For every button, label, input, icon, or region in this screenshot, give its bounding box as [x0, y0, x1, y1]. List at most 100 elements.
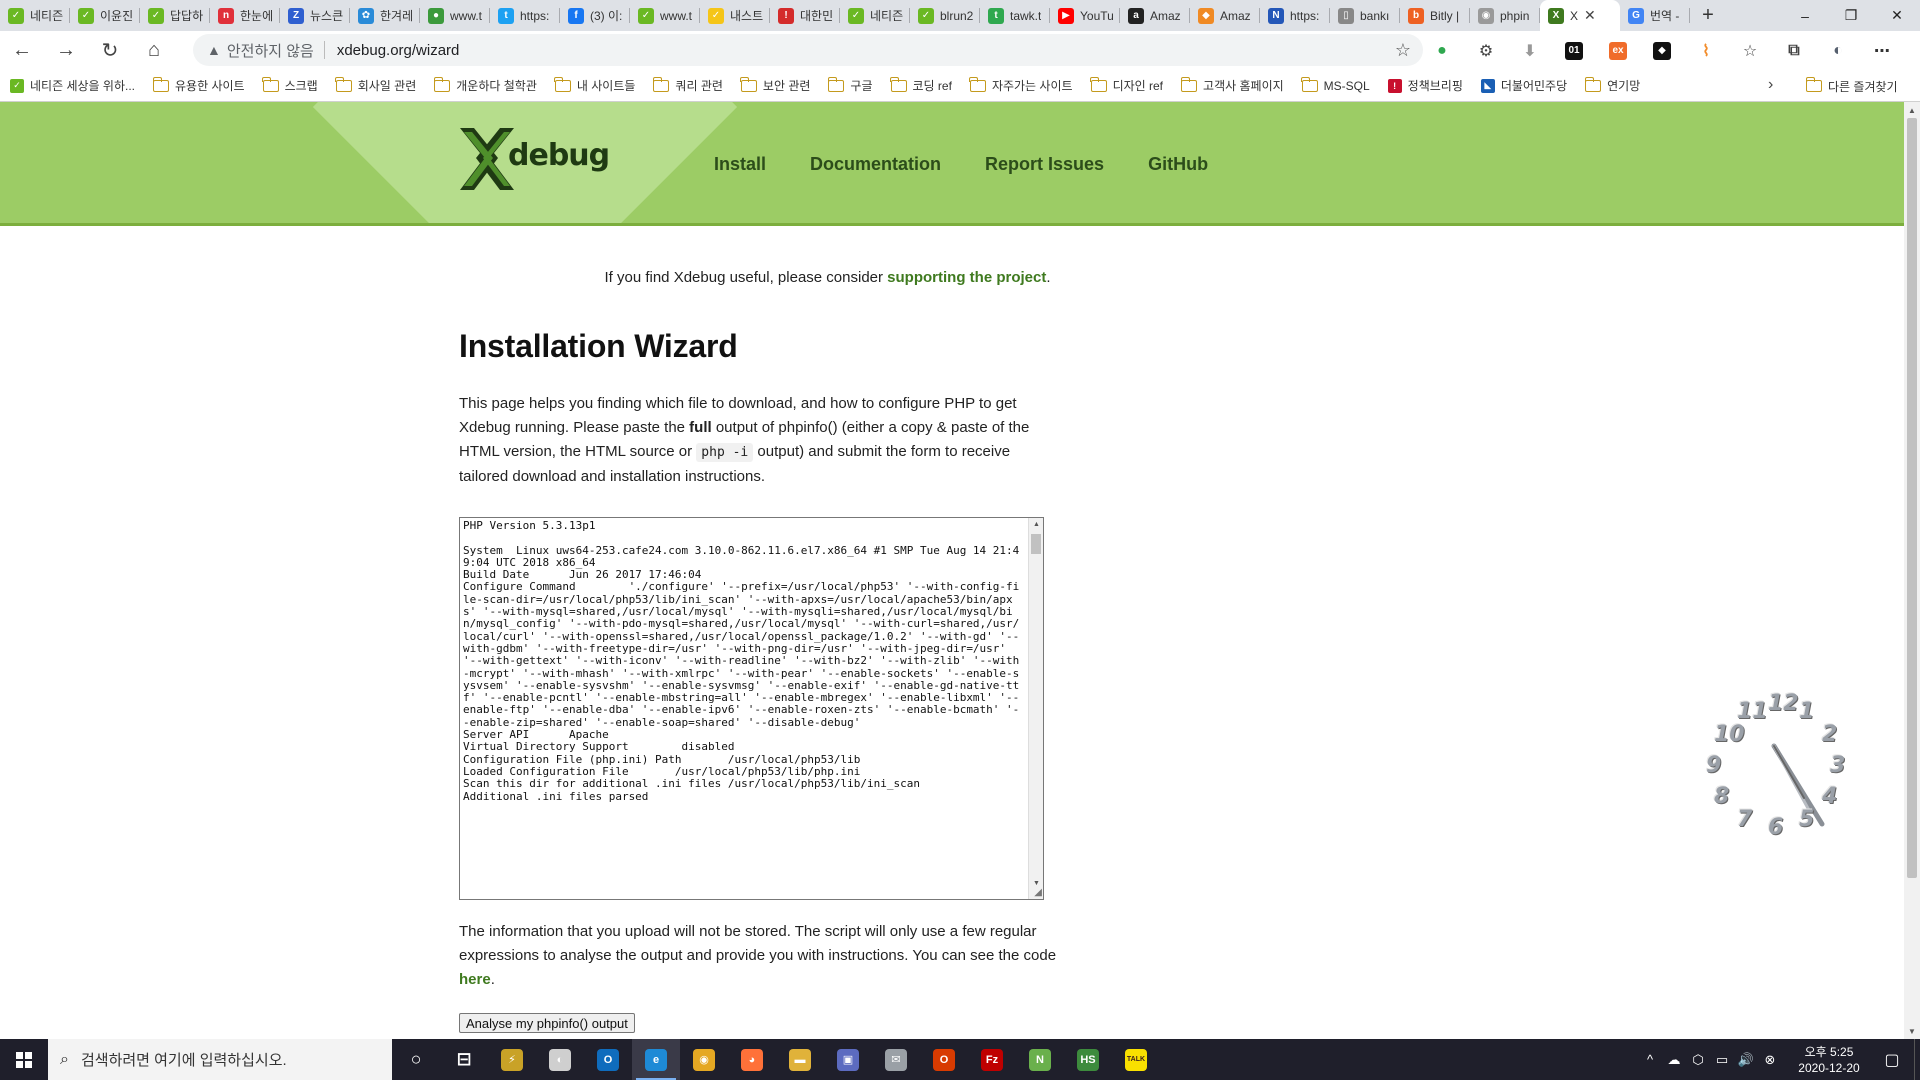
nav-link-documentation[interactable]: Documentation — [810, 154, 941, 175]
scroll-down-icon[interactable]: ▼ — [1029, 880, 1043, 887]
start-button[interactable] — [0, 1039, 48, 1080]
bookmark-item[interactable]: 스크랩 — [262, 76, 318, 94]
extension-button[interactable]: ⬇ — [1508, 31, 1552, 70]
maximize-button[interactable]: ❐ — [1828, 0, 1874, 31]
tab[interactable]: ✓ 답답하 — [140, 0, 210, 31]
other-bookmarks[interactable]: 다른 즐겨찾기 — [1805, 70, 1898, 102]
tab[interactable]: n 한눈에 — [210, 0, 280, 31]
taskbar-app[interactable]: Fz — [968, 1039, 1016, 1080]
bookmark-item[interactable]: 내 사이트들 — [554, 76, 635, 94]
tray-icon[interactable]: ▭ — [1710, 1052, 1734, 1068]
taskbar-app[interactable]: ▣ — [824, 1039, 872, 1080]
tray-icon[interactable]: 🔊 — [1734, 1052, 1758, 1068]
tab[interactable]: ◆ Amaz — [1190, 0, 1260, 31]
tab[interactable]: Z 뉴스큰 — [280, 0, 350, 31]
tab[interactable]: ✓ blrun2 — [910, 0, 980, 31]
tab[interactable]: Nhttps: — [1260, 0, 1330, 31]
chevron-right-icon[interactable]: › — [1768, 76, 1773, 94]
tab[interactable]: ✓ 네티즌 — [840, 0, 910, 31]
back-button[interactable]: ← — [0, 31, 44, 70]
nav-link-github[interactable]: GitHub — [1148, 154, 1208, 175]
minimize-button[interactable]: – — [1782, 0, 1828, 31]
extension-button[interactable]: ⚙ — [1464, 31, 1508, 70]
tray-icon[interactable]: ☁ — [1662, 1052, 1686, 1068]
bookmark-item[interactable]: 디자인 ref — [1090, 76, 1163, 94]
bookmark-item[interactable]: 고객사 홈페이지 — [1180, 76, 1284, 94]
extension-button[interactable]: ☆ — [1728, 31, 1772, 70]
notification-icon[interactable]: ▢ — [1870, 1050, 1914, 1070]
tab[interactable]: ● www.t — [420, 0, 490, 31]
tab[interactable]: ✿ 한겨레 — [350, 0, 420, 31]
taskbar-clock[interactable]: 오후 5:25 2020-12-20 — [1788, 1044, 1870, 1076]
tab[interactable]: ! 대한민 — [770, 0, 840, 31]
tab[interactable]: f (3) 이: — [560, 0, 630, 31]
textarea-scroll-thumb[interactable] — [1031, 534, 1041, 554]
nav-link-install[interactable]: Install — [714, 154, 766, 175]
show-desktop-button[interactable] — [1914, 1039, 1920, 1080]
tab[interactable]: ✓ 이윤진 — [70, 0, 140, 31]
taskbar-app[interactable]: O — [584, 1039, 632, 1080]
bookmark-item[interactable]: 회사일 관련 — [335, 76, 416, 94]
scroll-up-icon[interactable]: ▲ — [1904, 102, 1920, 118]
extension-button[interactable]: ◆ — [1640, 31, 1684, 70]
tab[interactable]: ▯ bankı — [1330, 0, 1400, 31]
tab[interactable]: a Amaz — [1120, 0, 1190, 31]
bookmark-item[interactable]: 쿼리 관련 — [652, 76, 723, 94]
tab-active[interactable]: X X ✕ — [1540, 0, 1620, 31]
tray-icon[interactable]: ^ — [1638, 1052, 1662, 1068]
taskbar-app[interactable]: ○ — [392, 1039, 440, 1080]
new-tab-button[interactable]: + — [1690, 0, 1726, 31]
home-button[interactable]: ⌂ — [132, 31, 176, 70]
close-button[interactable]: ✕ — [1874, 0, 1920, 31]
url-text[interactable]: xdebug.org/wizard — [337, 42, 460, 59]
taskbar-app[interactable]: ◕ — [728, 1039, 776, 1080]
tab[interactable]: ◉ phpin — [1470, 0, 1540, 31]
taskbar-app[interactable]: TALK — [1112, 1039, 1160, 1080]
taskbar-app[interactable]: ▬ — [776, 1039, 824, 1080]
bookmark-item[interactable]: 연기망 — [1584, 76, 1640, 94]
tab[interactable]: t tawk.t — [980, 0, 1050, 31]
tab[interactable]: ✓ 내스트 — [700, 0, 770, 31]
tab[interactable]: ✓ www.t — [630, 0, 700, 31]
bookmark-item[interactable]: ✓ 네티즌 세상을 위하... — [10, 77, 135, 94]
extension-button[interactable]: ◐ — [1816, 31, 1860, 70]
phpinfo-textarea[interactable]: PHP Version 5.3.13p1 System Linux uws64-… — [459, 517, 1044, 900]
nav-link-report-issues[interactable]: Report Issues — [985, 154, 1104, 175]
bookmark-item[interactable]: ◣ 더불어민주당 — [1480, 77, 1567, 94]
taskbar-app[interactable]: O — [920, 1039, 968, 1080]
tray-icon[interactable]: ⬡ — [1686, 1052, 1710, 1068]
resize-grip-icon[interactable]: ◢ — [1034, 887, 1042, 898]
forward-button[interactable]: → — [44, 31, 88, 70]
taskbar-app[interactable]: ✉ — [872, 1039, 920, 1080]
tab[interactable]: ▶ YouTu — [1050, 0, 1120, 31]
tab-close-icon[interactable]: ✕ — [1584, 7, 1596, 24]
tab[interactable]: b Bitly | — [1400, 0, 1470, 31]
bookmark-item[interactable]: MS-SQL — [1301, 76, 1370, 93]
tab[interactable]: G 번역 - — [1620, 0, 1690, 31]
taskbar-app[interactable]: N — [1016, 1039, 1064, 1080]
scroll-down-icon[interactable]: ▼ — [1904, 1023, 1920, 1039]
bookmark-item[interactable]: 코딩 ref — [890, 76, 952, 94]
page-scroll-thumb[interactable] — [1907, 118, 1917, 878]
support-link[interactable]: supporting the project — [887, 269, 1046, 286]
bookmark-star-icon[interactable]: ☆ — [1395, 40, 1411, 61]
bookmark-item[interactable]: 유용한 사이트 — [152, 76, 245, 94]
bookmark-item[interactable]: 자주가는 사이트 — [969, 76, 1073, 94]
taskbar-search[interactable]: ⌕ 검색하려면 여기에 입력하십시오. — [48, 1039, 392, 1080]
page-scrollbar[interactable]: ▲ ▼ — [1904, 102, 1920, 1039]
textarea-scrollbar[interactable]: ▲ ▼ — [1028, 518, 1043, 899]
taskbar-app[interactable]: HS — [1064, 1039, 1112, 1080]
extension-button[interactable]: 01 — [1552, 31, 1596, 70]
phpinfo-text[interactable]: PHP Version 5.3.13p1 System Linux uws64-… — [463, 519, 1023, 803]
taskbar-app[interactable]: ◐ — [536, 1039, 584, 1080]
bookmark-item[interactable]: ! 정책브리핑 — [1387, 77, 1463, 94]
bookmark-item[interactable]: 구글 — [827, 76, 873, 94]
tab[interactable]: ✓ 네티즌 — [0, 0, 70, 31]
taskbar-app[interactable]: e — [632, 1039, 680, 1080]
code-link[interactable]: here — [459, 971, 491, 988]
extension-button[interactable]: ● — [1420, 31, 1464, 70]
tray-icon[interactable]: ⊗ — [1758, 1052, 1782, 1068]
bookmark-item[interactable]: 개운하다 철학관 — [433, 76, 537, 94]
extension-button[interactable]: ⌇ — [1684, 31, 1728, 70]
bookmark-item[interactable]: 보안 관련 — [740, 76, 810, 94]
